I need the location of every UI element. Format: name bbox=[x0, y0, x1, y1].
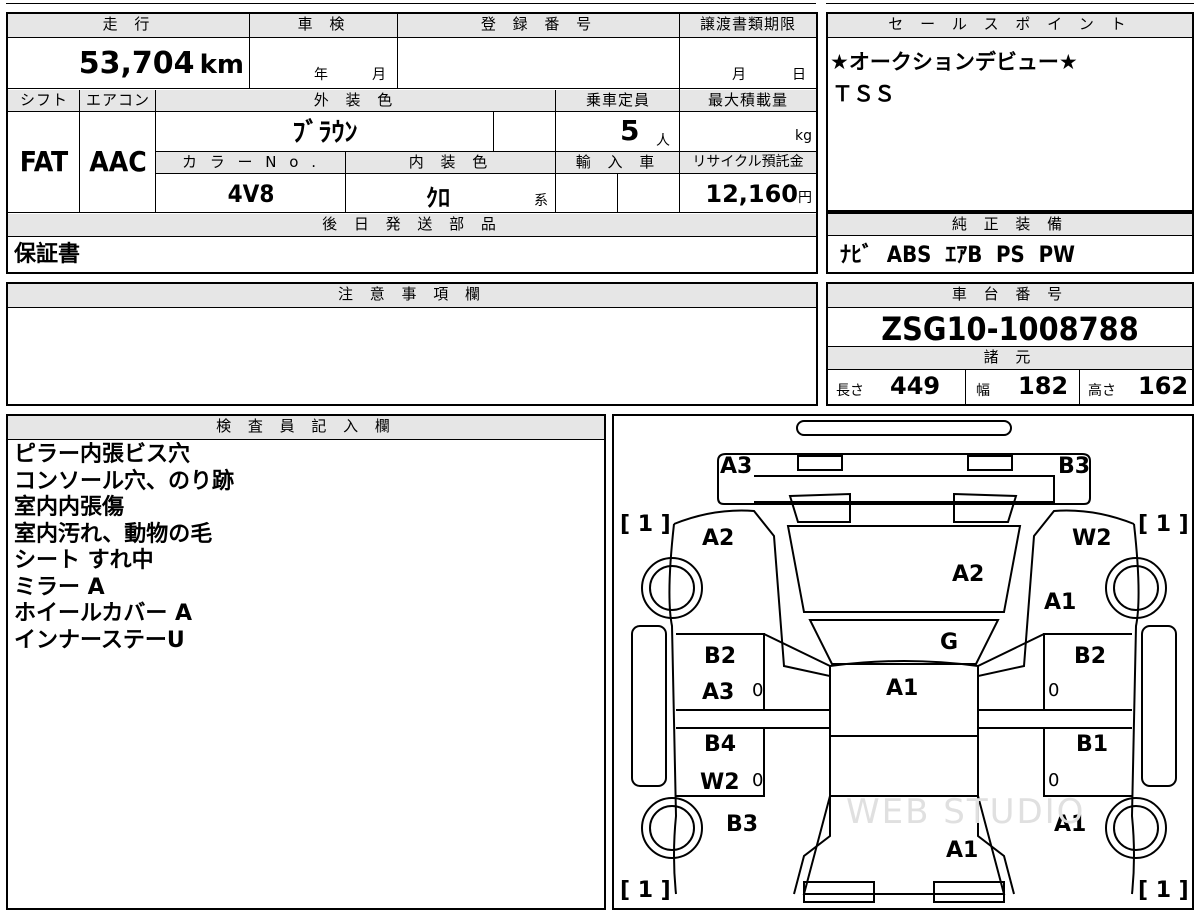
spec-width: 幅 182 bbox=[976, 372, 1069, 400]
color-no-value: 4V8 bbox=[227, 180, 275, 208]
mark-a2-left: A2 bbox=[702, 526, 735, 551]
bracket-bottom-right: [ 1 ] bbox=[1138, 878, 1189, 903]
mark-g-glass: G bbox=[940, 630, 959, 655]
exterior-color-header: 外 装 色 bbox=[156, 90, 556, 112]
specs-header: 諸 元 bbox=[828, 347, 1192, 369]
vehicle-info-table: 走 行 車 検 登 録 番 号 譲渡書類期限 53,704 km 年 月 月 日… bbox=[6, 12, 818, 274]
mark-b1-right-door: B1 bbox=[1076, 732, 1109, 757]
genuine-equipment-box: 純 正 装 備 ﾅﾋﾞ ABS ｴｱB PS PW bbox=[826, 212, 1194, 274]
note-line: シート すれ中 bbox=[14, 548, 154, 573]
transfer-deadline-header: 譲渡書類期限 bbox=[680, 14, 816, 38]
exterior-color-extra bbox=[494, 112, 556, 152]
watermark: WEB STUDIO bbox=[846, 792, 1086, 832]
sales-point-line-1: ★オークションデビュー★ bbox=[830, 50, 1078, 74]
mark-a1-roof: A1 bbox=[886, 676, 919, 701]
bracket-bottom-left: [ 1 ] bbox=[620, 878, 671, 903]
genuine-equipment-header: 純 正 装 備 bbox=[828, 214, 1192, 236]
import-value-b bbox=[618, 174, 680, 212]
mark-b4-left-door: B4 bbox=[704, 732, 737, 757]
import-header: 輸 入 車 bbox=[556, 152, 680, 174]
zero-right-rear-door: 0 bbox=[1048, 770, 1060, 791]
zero-right-front-door: 0 bbox=[1048, 680, 1060, 701]
spec-height: 高さ 162 bbox=[1088, 372, 1189, 400]
sales-point-box: セ ー ル ス ポ イ ン ト ★オークションデビュー★ ＴＳＳ bbox=[826, 12, 1194, 212]
genuine-equipment-value: ﾅﾋﾞ ABS ｴｱB PS PW bbox=[840, 243, 1075, 268]
mileage-value: 53,704 km bbox=[78, 46, 244, 81]
caution-box: 注 意 事 項 欄 bbox=[6, 282, 818, 406]
inspector-box: 検 査 員 記 入 欄 ピラー内張ビス穴 コンソール穴、のり跡 室内内張傷 室内… bbox=[6, 414, 606, 910]
mark-b3-left-front: B3 bbox=[726, 812, 759, 837]
max-load-value: kg bbox=[795, 128, 812, 144]
mark-b2-right-door: B2 bbox=[1074, 644, 1107, 669]
note-line: ミラー A bbox=[14, 574, 105, 600]
color-no-header: カ ラ ー N o . bbox=[156, 152, 346, 174]
interior-color-value: ｸﾛ 系 bbox=[426, 184, 548, 212]
later-parts-value: 保証書 bbox=[14, 242, 81, 267]
chassis-number: ZSG10-1008788 bbox=[881, 310, 1139, 346]
shift-value: FAT bbox=[19, 145, 69, 178]
mark-a3-left-door: A3 bbox=[702, 680, 735, 705]
capacity-header: 乗車定員 bbox=[556, 90, 680, 112]
spec-length: 長さ 449 bbox=[836, 372, 941, 400]
inspector-header: 検 査 員 記 入 欄 bbox=[8, 416, 604, 440]
caution-header: 注 意 事 項 欄 bbox=[8, 284, 816, 308]
capacity-value: 5 人 bbox=[620, 114, 670, 149]
inspector-notes: ピラー内張ビス穴 コンソール穴、のり跡 室内内張傷 室内汚れ、動物の毛 シート … bbox=[14, 442, 602, 902]
chassis-box: 車 台 番 号 ZSG10-1008788 諸 元 長さ 449 幅 182 高… bbox=[826, 282, 1194, 406]
transfer-deadline-value: 月 日 bbox=[732, 67, 806, 83]
mark-w2-left-door: W2 bbox=[700, 770, 740, 795]
max-load-header: 最大積載量 bbox=[680, 90, 816, 112]
later-parts-header: 後 日 発 送 部 品 bbox=[8, 214, 816, 236]
import-value-a bbox=[556, 174, 618, 212]
exterior-color-value: ﾌﾞﾗｳﾝ bbox=[292, 118, 358, 148]
mark-a3-rear-left: A3 bbox=[720, 454, 753, 479]
note-line: 室内汚れ、動物の毛 bbox=[14, 521, 213, 547]
sales-point-line-2: ＴＳＳ bbox=[832, 82, 895, 106]
sales-point-header: セ ー ル ス ポ イ ン ト bbox=[828, 14, 1192, 38]
note-line: ホイールカバー A bbox=[14, 601, 193, 626]
mark-w2-right: W2 bbox=[1072, 526, 1112, 551]
chassis-header: 車 台 番 号 bbox=[828, 284, 1192, 308]
registration-value bbox=[398, 38, 680, 88]
zero-left-rear-door: 0 bbox=[752, 770, 764, 791]
mark-a1-right-upper: A1 bbox=[1044, 590, 1077, 615]
mark-a2-roof: A2 bbox=[952, 562, 985, 587]
mark-b2-left-door: B2 bbox=[704, 644, 737, 669]
mark-a1-hood: A1 bbox=[946, 838, 979, 863]
aircon-value: AAC bbox=[89, 145, 147, 178]
shift-header: シフト bbox=[8, 90, 80, 112]
note-line: 室内内張傷 bbox=[14, 495, 125, 520]
note-line: ピラー内張ビス穴 bbox=[14, 442, 191, 467]
bracket-top-right: [ 1 ] bbox=[1138, 512, 1189, 537]
inspection-value: 年 月 bbox=[314, 67, 386, 83]
note-line: インナーステーU bbox=[14, 627, 185, 653]
note-line: コンソール穴、のり跡 bbox=[14, 468, 235, 494]
recycle-value: 12,160円 bbox=[705, 180, 812, 208]
car-diagram-box: A3 B3 [ 1 ] [ 1 ] A2 W2 A2 A1 G B2 B2 A1… bbox=[612, 414, 1194, 910]
aircon-header: エアコン bbox=[80, 90, 156, 112]
recycle-header: リサイクル預託金 bbox=[680, 152, 816, 174]
bracket-top-left: [ 1 ] bbox=[620, 512, 671, 537]
interior-color-header: 内 装 色 bbox=[346, 152, 556, 174]
registration-header: 登 録 番 号 bbox=[398, 14, 680, 38]
zero-left-front-door: 0 bbox=[752, 680, 764, 701]
inspection-header: 車 検 bbox=[250, 14, 398, 38]
mileage-header: 走 行 bbox=[8, 14, 250, 38]
mark-b3-rear-right: B3 bbox=[1058, 454, 1091, 479]
